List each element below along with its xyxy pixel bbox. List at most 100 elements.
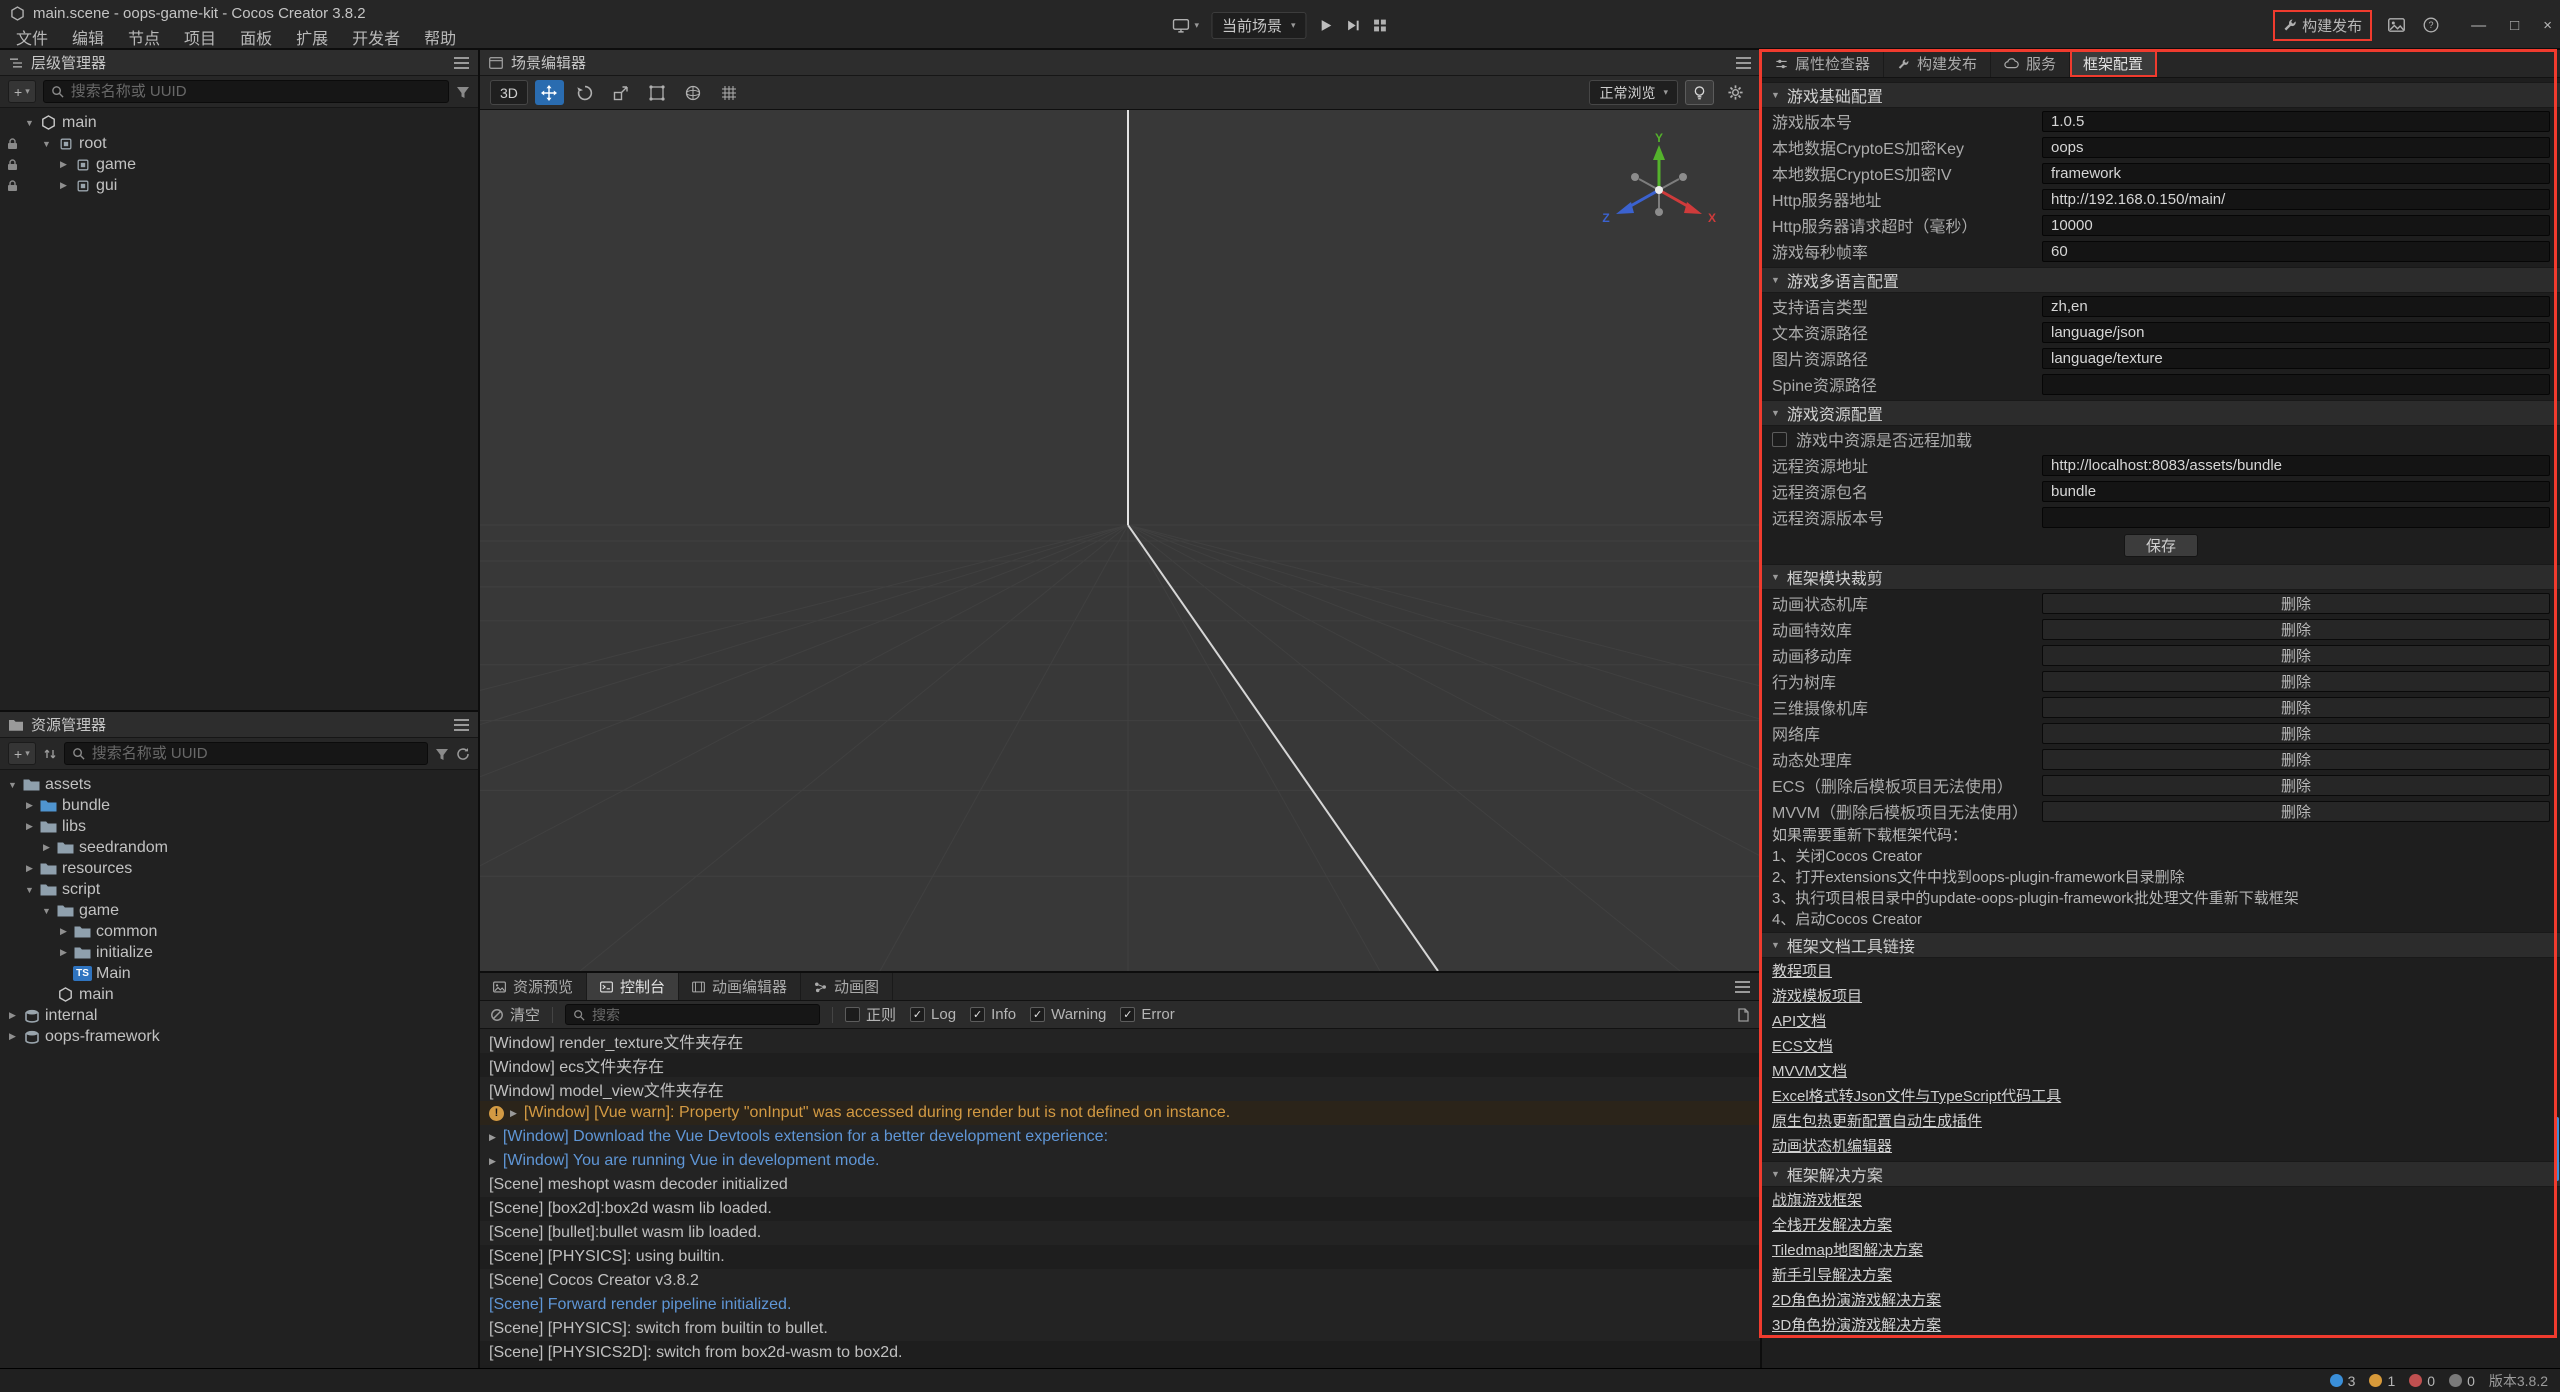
expand-arrow-icon[interactable]: ▶ xyxy=(4,1010,21,1021)
scene-settings-gear-button[interactable] xyxy=(1721,80,1750,105)
hierarchy-node-gui[interactable]: ▶gui xyxy=(0,175,478,196)
expand-arrow-icon[interactable]: ▶ xyxy=(510,1108,517,1119)
console-log-row[interactable]: [Scene] Cocos Creator v3.8.2 xyxy=(480,1269,1760,1293)
gallery-button[interactable] xyxy=(2388,18,2405,32)
console-search-field[interactable] xyxy=(592,1007,812,1023)
scene-viewport[interactable]: Y X Z xyxy=(480,110,1760,971)
assets-node-libs[interactable]: ▶libs xyxy=(0,816,478,837)
expand-arrow-icon[interactable]: ▶ xyxy=(55,180,72,191)
expand-arrow-icon[interactable]: ▶ xyxy=(4,1031,21,1042)
menu-edit[interactable]: 编辑 xyxy=(60,25,116,49)
section-header-游戏资源配置[interactable]: ▼游戏资源配置 xyxy=(1762,400,2560,426)
expand-arrow-icon[interactable]: ▶ xyxy=(55,159,72,170)
create-asset-button[interactable]: +▾ xyxy=(8,742,36,765)
delete-button-MVVM（删除后模板项目无法使用）[interactable]: 删除 xyxy=(2042,801,2550,822)
inspector-tab-框架配置[interactable]: 框架配置 xyxy=(2070,50,2157,77)
rect-tool-button[interactable] xyxy=(643,80,672,105)
link-教程项目[interactable]: 教程项目 xyxy=(1772,960,1832,981)
menu-node[interactable]: 节点 xyxy=(116,25,172,49)
preview-target-select[interactable]: 当前场景 ▾ xyxy=(1211,12,1307,39)
link-原生包热更新配置自动生成插件[interactable]: 原生包热更新配置自动生成插件 xyxy=(1772,1110,1982,1131)
axis-gizmo[interactable]: Y X Z xyxy=(1594,132,1724,244)
snap-settings-button[interactable] xyxy=(715,80,744,105)
play-button[interactable] xyxy=(1319,18,1334,33)
assets-node-main[interactable]: main xyxy=(0,984,478,1005)
assets-node-resources[interactable]: ▶resources xyxy=(0,858,478,879)
clear-console-button[interactable]: 清空 xyxy=(490,1004,540,1025)
filter-icon[interactable] xyxy=(435,747,449,761)
expand-arrow-icon[interactable]: ▶ xyxy=(489,1156,496,1167)
move-tool-button[interactable] xyxy=(535,80,564,105)
expand-arrow-icon[interactable]: ▼ xyxy=(38,139,55,149)
field-input-文本资源路径[interactable] xyxy=(2042,322,2550,343)
field-input-支持语言类型[interactable] xyxy=(2042,296,2550,317)
link-MVVM文档[interactable]: MVVM文档 xyxy=(1772,1060,1847,1081)
delete-button-动画状态机库[interactable]: 删除 xyxy=(2042,593,2550,614)
menu-panel[interactable]: 面板 xyxy=(228,25,284,49)
lock-icon[interactable] xyxy=(4,138,21,150)
link-ECS文档[interactable]: ECS文档 xyxy=(1772,1035,1833,1056)
hierarchy-node-main[interactable]: ▼main xyxy=(0,112,478,133)
assets-node-internal[interactable]: ▶internal xyxy=(0,1005,478,1026)
step-button[interactable] xyxy=(1346,18,1361,33)
lock-icon[interactable] xyxy=(4,159,21,171)
panel-menu-icon[interactable] xyxy=(454,57,469,69)
console-log-row[interactable]: [Scene] [PHYSICS2D]: switch from box2d-w… xyxy=(480,1341,1760,1365)
inspector-tab-属性检查器[interactable]: 属性检查器 xyxy=(1762,50,1884,77)
create-node-button[interactable]: +▾ xyxy=(8,80,36,103)
expand-arrow-icon[interactable]: ▶ xyxy=(55,947,72,958)
console-tab-资源预览[interactable]: 资源预览 xyxy=(480,973,587,1000)
delete-button-网络库[interactable]: 删除 xyxy=(2042,723,2550,744)
console-log-row[interactable]: [Scene] [box2d]:box2d wasm lib loaded. xyxy=(480,1197,1760,1221)
link-战旗游戏框架[interactable]: 战旗游戏框架 xyxy=(1772,1189,1862,1210)
console-log-row[interactable]: !▶[Window] [Vue warn]: Property "onInput… xyxy=(480,1101,1760,1125)
lighting-toggle-button[interactable] xyxy=(1685,80,1714,105)
expand-arrow-icon[interactable]: ▶ xyxy=(489,1132,496,1143)
inspector-tab-服务[interactable]: 服务 xyxy=(1991,50,2070,77)
delete-button-三维摄像机库[interactable]: 删除 xyxy=(2042,697,2550,718)
panel-menu-icon[interactable] xyxy=(1735,981,1750,993)
link-3D角色扮演游戏解决方案[interactable]: 3D角色扮演游戏解决方案 xyxy=(1772,1314,1941,1335)
refresh-icon[interactable] xyxy=(456,747,470,761)
checkbox-checked-icon[interactable]: ✓ xyxy=(910,1007,925,1022)
hierarchy-search-input[interactable] xyxy=(43,80,449,103)
console-filter-正则[interactable]: 正则 xyxy=(845,1004,896,1025)
delete-button-行为树库[interactable]: 删除 xyxy=(2042,671,2550,692)
dimension-toggle-button[interactable]: 3D xyxy=(490,80,528,105)
panel-menu-icon[interactable] xyxy=(454,719,469,731)
link-全栈开发解决方案[interactable]: 全栈开发解决方案 xyxy=(1772,1214,1892,1235)
expand-arrow-icon[interactable]: ▶ xyxy=(21,800,38,811)
console-log-row[interactable]: [Window] render_texture文件夹存在 xyxy=(480,1029,1760,1053)
assets-node-seedrandom[interactable]: ▶seedrandom xyxy=(0,837,478,858)
menu-developer[interactable]: 开发者 xyxy=(340,25,412,49)
status-counter-log[interactable]: 3 xyxy=(2330,1373,2356,1389)
assets-node-bundle[interactable]: ▶bundle xyxy=(0,795,478,816)
hierarchy-node-root[interactable]: ▼root xyxy=(0,133,478,154)
console-tab-动画编辑器[interactable]: 动画编辑器 xyxy=(679,973,801,1000)
console-log-row[interactable]: ▶[Window] You are running Vue in develop… xyxy=(480,1149,1760,1173)
scrollbar-thumb[interactable] xyxy=(2554,1117,2559,1181)
menu-extension[interactable]: 扩展 xyxy=(284,25,340,49)
panel-menu-icon[interactable] xyxy=(1736,57,1751,69)
maximize-button[interactable]: □ xyxy=(2510,17,2519,34)
checkbox-unchecked-icon[interactable] xyxy=(845,1007,860,1022)
section-header-游戏多语言配置[interactable]: ▼游戏多语言配置 xyxy=(1762,267,2560,293)
expand-arrow-icon[interactable]: ▼ xyxy=(21,885,38,895)
section-header-框架解决方案[interactable]: ▼框架解决方案 xyxy=(1762,1161,2560,1187)
console-log-row[interactable]: [Window] model_view文件夹存在 xyxy=(480,1077,1760,1101)
link-2D角色扮演游戏解决方案[interactable]: 2D角色扮演游戏解决方案 xyxy=(1772,1289,1941,1310)
assets-node-game[interactable]: ▼game xyxy=(0,900,478,921)
console-log-row[interactable]: [Scene] [bullet]:bullet wasm lib loaded. xyxy=(480,1221,1760,1245)
assets-node-oops-framework[interactable]: ▶oops-framework xyxy=(0,1026,478,1047)
console-tab-动画图[interactable]: 动画图 xyxy=(801,973,893,1000)
menu-project[interactable]: 项目 xyxy=(172,25,228,49)
checkbox-row-游戏中资源是否远程加载[interactable]: 游戏中资源是否远程加载 xyxy=(1762,426,2560,452)
help-button[interactable]: ? xyxy=(2423,17,2439,33)
inspector-tab-构建发布[interactable]: 构建发布 xyxy=(1884,50,1991,77)
gizmo-space-button[interactable] xyxy=(679,80,708,105)
assets-search-field[interactable] xyxy=(92,745,420,762)
status-counter-error[interactable]: 0 xyxy=(2409,1373,2435,1389)
link-动画状态机编辑器[interactable]: 动画状态机编辑器 xyxy=(1772,1135,1892,1156)
hierarchy-search-field[interactable] xyxy=(71,83,441,100)
delete-button-动画特效库[interactable]: 删除 xyxy=(2042,619,2550,640)
